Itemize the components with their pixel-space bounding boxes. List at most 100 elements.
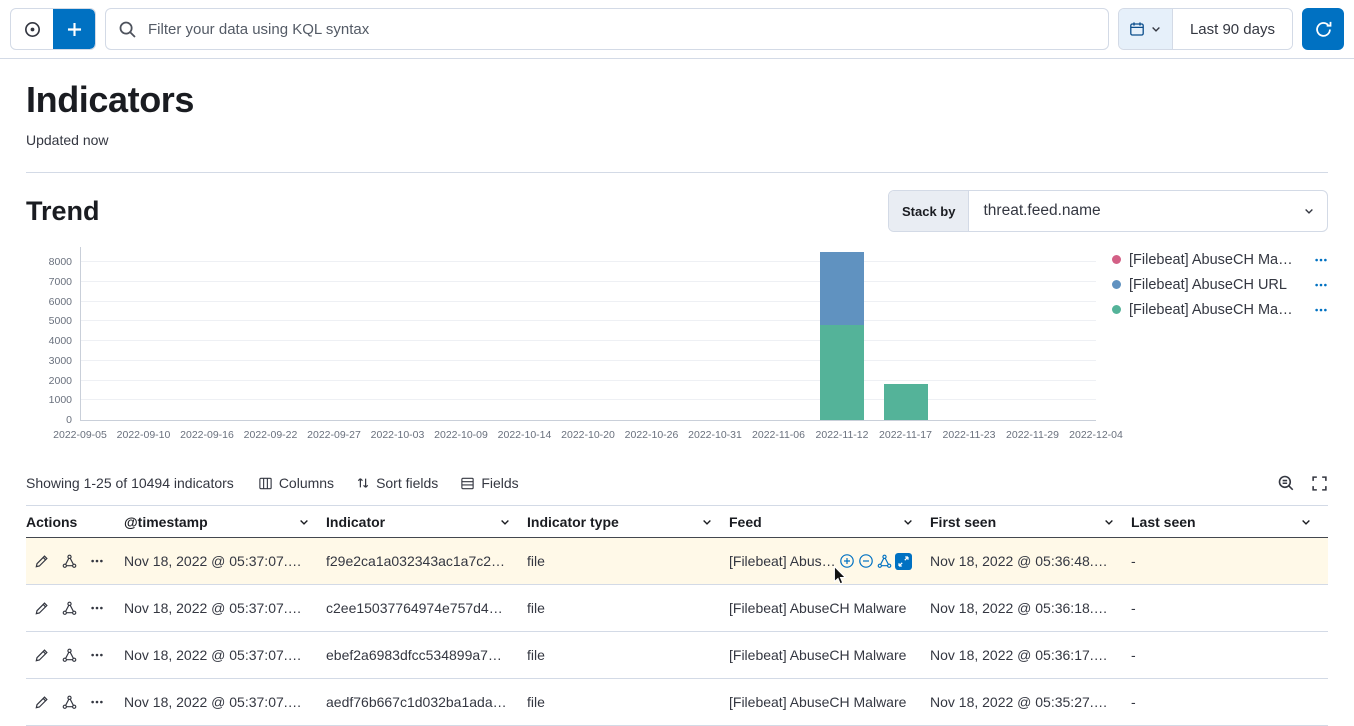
fullscreen-button[interactable] [1311, 474, 1328, 492]
indicators-table: Actions@timestampIndicatorIndicator type… [26, 505, 1328, 726]
column-menu-chevron-icon [701, 516, 713, 528]
first-seen-cell: Nov 18, 2022 @ 05:36:17.… [930, 647, 1131, 663]
indicator-type-cell: file [527, 647, 729, 663]
column-header-feed[interactable]: Feed [729, 514, 930, 530]
trend-heading: Trend [26, 196, 100, 227]
column-header-label: Indicator type [527, 514, 619, 530]
x-axis-tick-label: 2022-12-04 [1069, 429, 1123, 441]
indicator-cell: ebef2a6983dfcc534899a7… [326, 647, 527, 663]
fields-button-label: Fields [481, 475, 518, 491]
y-axis-tick-label: 4000 [49, 335, 72, 347]
gridline [81, 320, 1096, 321]
investigate-in-timeline-button[interactable] [62, 601, 77, 616]
more-actions-button[interactable] [90, 695, 104, 709]
bar-segment[interactable] [884, 384, 928, 420]
column-header-indicator-type[interactable]: Indicator type [527, 514, 729, 530]
filter-for-value-button[interactable] [839, 553, 855, 569]
edit-indicator-button[interactable] [34, 648, 49, 663]
column-header-label: Last seen [1131, 514, 1196, 530]
x-axis-tick-label: 2022-10-26 [625, 429, 679, 441]
investigate-in-timeline-button[interactable] [62, 648, 77, 663]
x-axis-tick-label: 2022-09-05 [53, 429, 107, 441]
edit-indicator-button[interactable] [34, 601, 49, 616]
column-header-label: @timestamp [124, 514, 208, 530]
indicator-type-cell: file [527, 600, 729, 616]
date-range-button[interactable]: Last 90 days [1173, 9, 1292, 49]
add-filter-button[interactable] [53, 9, 95, 49]
x-axis-tick-label: 2022-09-27 [307, 429, 361, 441]
bar-segment[interactable] [820, 325, 864, 420]
query-controls-group [10, 8, 96, 50]
edit-indicator-button[interactable] [34, 554, 49, 569]
column-header-last-seen[interactable]: Last seen [1131, 514, 1328, 530]
y-axis-tick-label: 0 [66, 414, 72, 426]
x-axis-tick-label: 2022-11-17 [879, 429, 932, 441]
bar-segment[interactable] [820, 252, 864, 325]
stack-by-label: Stack by [889, 191, 969, 231]
kql-search-input[interactable] [146, 20, 1096, 39]
indicator-type-cell: file [527, 553, 729, 569]
legend-color-dot [1112, 255, 1121, 264]
x-axis-tick-label: 2022-11-29 [1006, 429, 1059, 441]
column-header-label: First seen [930, 514, 996, 530]
more-actions-button[interactable] [90, 554, 104, 568]
page-title: Indicators [26, 79, 1328, 121]
investigate-in-timeline-button[interactable] [62, 695, 77, 710]
legend-item[interactable]: [Filebeat] AbuseCH Ma… [1112, 247, 1328, 272]
chart-legend: [Filebeat] AbuseCH Ma…[Filebeat] AbuseCH… [1096, 247, 1328, 445]
date-quick-select-button[interactable] [1119, 9, 1173, 49]
x-axis-tick-label: 2022-10-09 [434, 429, 488, 441]
feed-cell: [Filebeat] AbuseCH Malware [729, 694, 930, 710]
edit-indicator-button[interactable] [34, 695, 49, 710]
column-header-indicator[interactable]: Indicator [326, 514, 527, 530]
kql-search-bar[interactable] [105, 8, 1109, 50]
sort-fields-button[interactable]: Sort fields [348, 472, 446, 494]
grid-toolbar: Showing 1-25 of 10494 indicators Columns… [26, 472, 1328, 494]
filter-out-value-button[interactable] [858, 553, 874, 569]
feed-cell: [Filebeat] Abus… [729, 553, 930, 570]
legend-color-dot [1112, 280, 1121, 289]
legend-actions-icon[interactable] [1314, 253, 1328, 267]
legend-actions-icon[interactable] [1314, 278, 1328, 292]
table-row: Nov 18, 2022 @ 05:37:07.…c2ee15037764974… [26, 585, 1328, 632]
column-header-label: Indicator [326, 514, 385, 530]
column-menu-chevron-icon [902, 516, 914, 528]
chevron-down-icon [1303, 205, 1315, 217]
column-header-timestamp[interactable]: @timestamp [124, 514, 326, 530]
feed-value: [Filebeat] AbuseCH Malware [729, 600, 906, 616]
fields-button[interactable]: Fields [452, 472, 526, 494]
investigate-in-timeline-button[interactable] [62, 554, 77, 569]
indicator-type-cell: file [527, 694, 729, 710]
section-divider [26, 172, 1328, 173]
legend-actions-icon[interactable] [1314, 303, 1328, 317]
fullscreen-icon [1311, 474, 1328, 492]
refresh-button[interactable] [1302, 8, 1344, 50]
more-actions-button[interactable] [90, 648, 104, 662]
gridline [81, 399, 1096, 400]
y-axis-tick-label: 8000 [49, 256, 72, 268]
columns-button[interactable]: Columns [250, 472, 342, 494]
add-to-timeline-button[interactable] [877, 554, 892, 569]
expand-cell-button[interactable] [895, 553, 912, 570]
plot-area [80, 247, 1096, 421]
inspect-button[interactable] [1277, 474, 1295, 492]
last-seen-cell: - [1131, 553, 1328, 569]
gridline [81, 380, 1096, 381]
sort-icon [356, 476, 370, 490]
timestamp-cell: Nov 18, 2022 @ 05:37:07.… [124, 694, 326, 710]
x-axis-tick-label: 2022-11-12 [816, 429, 869, 441]
add-filter-icon [65, 20, 84, 39]
legend-item[interactable]: [Filebeat] AbuseCH URL [1112, 272, 1328, 297]
column-header-first-seen[interactable]: First seen [930, 514, 1131, 530]
saved-query-menu-button[interactable] [11, 9, 53, 49]
timestamp-cell: Nov 18, 2022 @ 05:37:07.… [124, 600, 326, 616]
stack-by-select[interactable]: Stack by threat.feed.name [888, 190, 1328, 232]
row-actions-cell [26, 695, 124, 710]
saved-query-menu-icon [23, 20, 42, 39]
legend-item[interactable]: [Filebeat] AbuseCH Ma… [1112, 297, 1328, 322]
column-menu-chevron-icon [1103, 516, 1115, 528]
x-axis-tick-label: 2022-10-20 [561, 429, 615, 441]
y-axis-tick-label: 2000 [49, 375, 72, 387]
last-seen-cell: - [1131, 694, 1328, 710]
more-actions-button[interactable] [90, 601, 104, 615]
